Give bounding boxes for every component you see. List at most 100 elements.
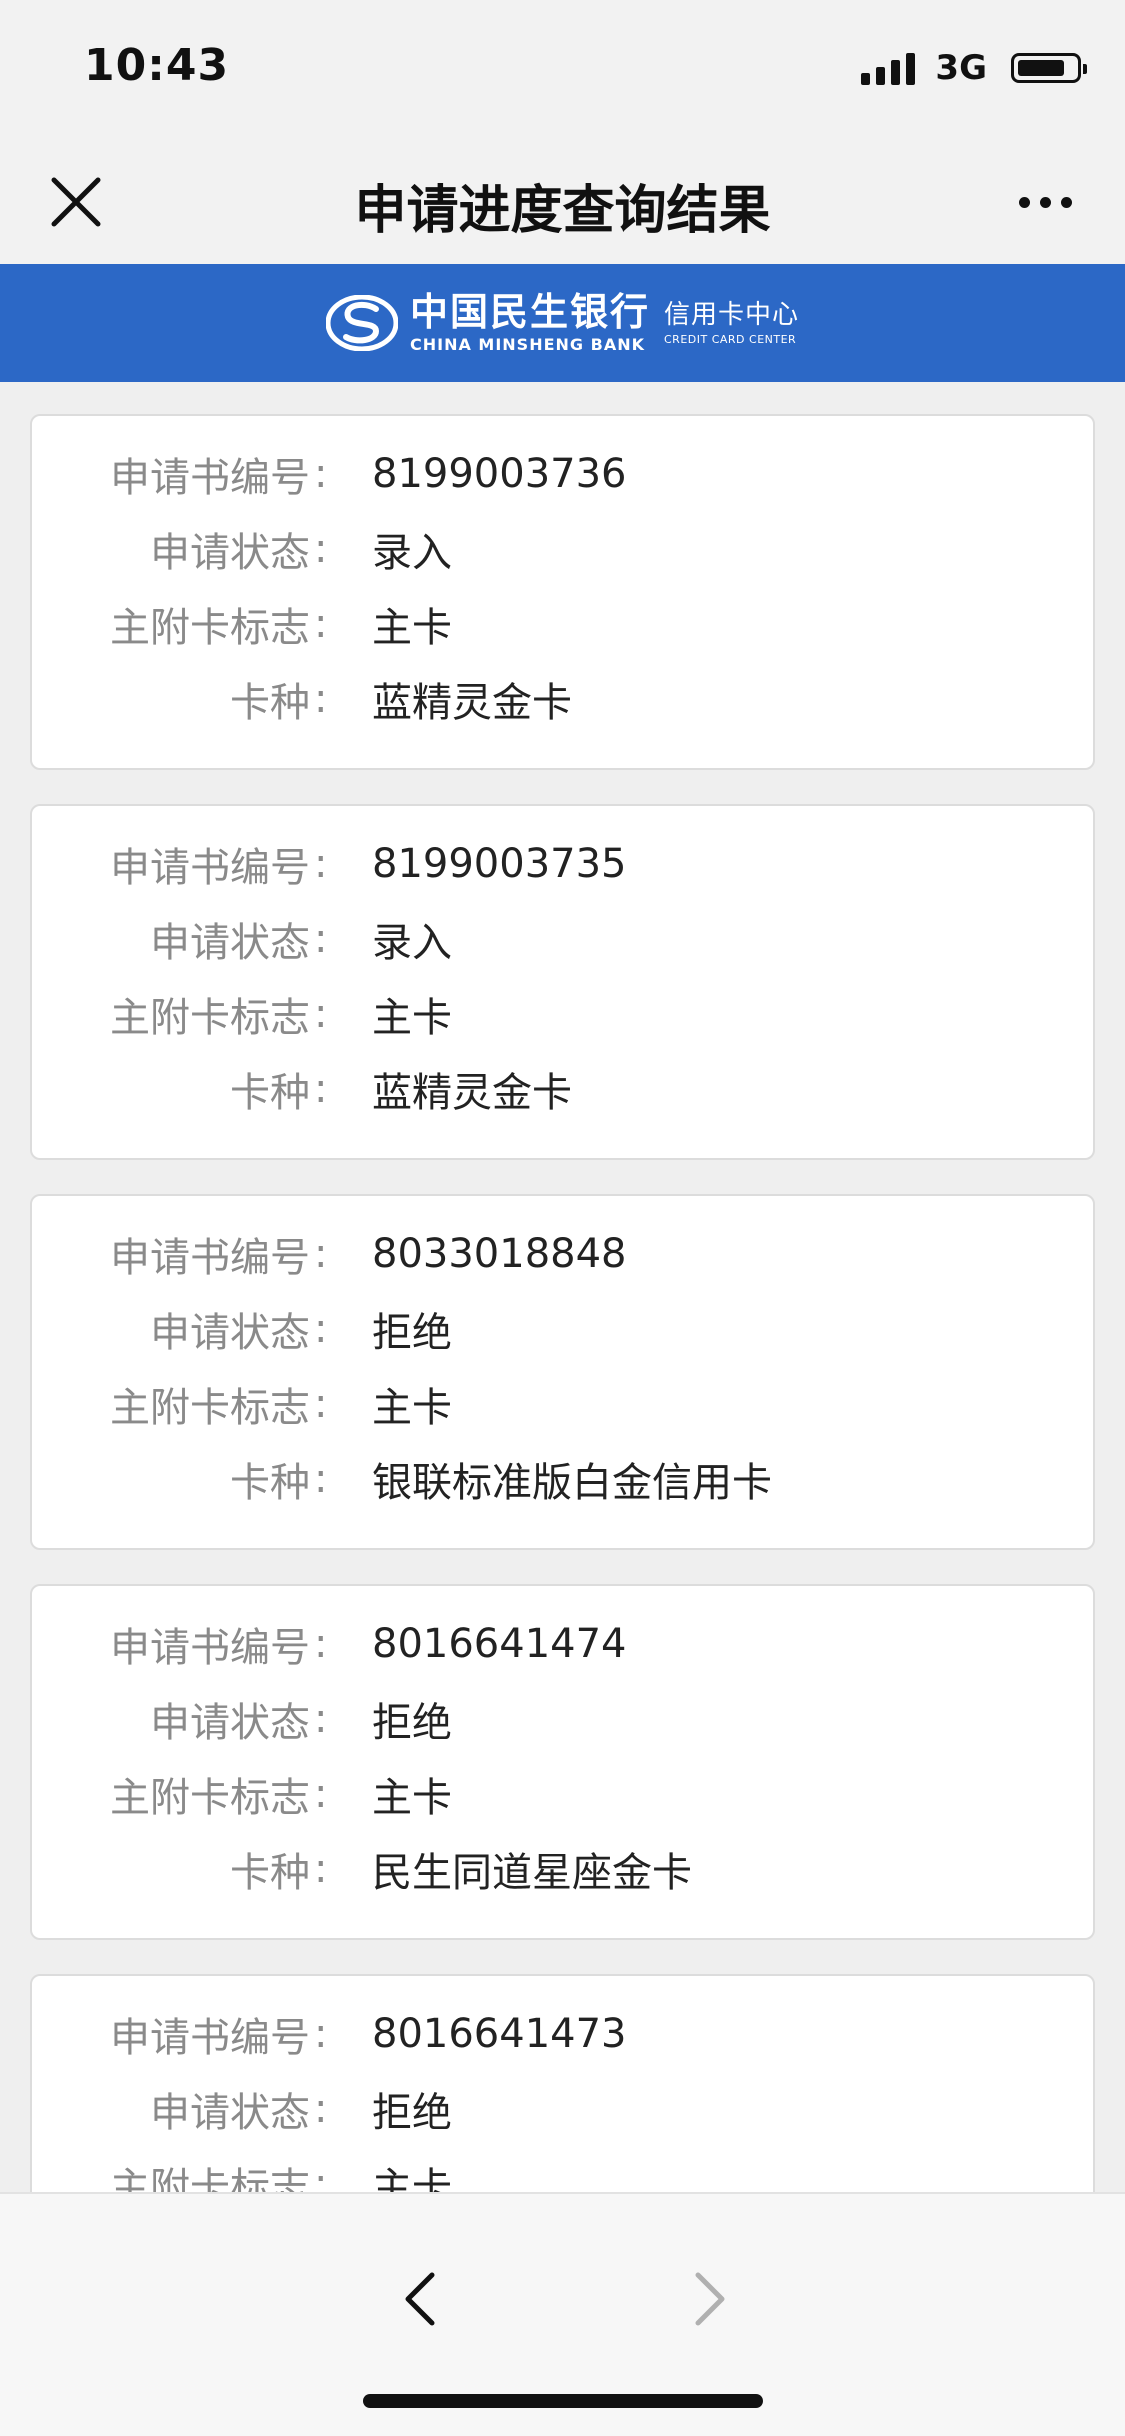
value-application-no: 8199003736 (372, 451, 627, 497)
row-application-no: 申请书编号 : 8016641473 (32, 2004, 1093, 2064)
label-application-no: 申请书编号 (110, 2015, 310, 2061)
row-status: 申请状态 : 拒绝 (32, 1689, 1093, 1749)
value-card-flag: 主卡 (372, 2165, 452, 2192)
battery-icon (1011, 53, 1087, 83)
label-colon: : (314, 1306, 328, 1352)
label-application-no: 申请书编号 (110, 1625, 310, 1671)
card-center-cn: 信用卡中心 (664, 299, 800, 330)
label-colon: : (314, 676, 328, 722)
status-bar: 10:43 3G (0, 0, 1125, 140)
application-list[interactable]: 申请书编号 : 8199003736 申请状态 : 录入 主附卡标志 : 主卡 … (0, 382, 1125, 2192)
value-card-type: 蓝精灵金卡 (372, 680, 572, 726)
value-status: 拒绝 (372, 2090, 452, 2136)
label-card-type: 卡种 (230, 1460, 310, 1506)
row-card-flag: 主附卡标志 : 主卡 (32, 984, 1093, 1044)
label-application-no: 申请书编号 (110, 455, 310, 501)
label-card-flag: 主附卡标志 (110, 2165, 310, 2192)
value-application-no: 8033018848 (372, 1231, 627, 1277)
label-status: 申请状态 (150, 1310, 310, 1356)
label-colon: : (314, 2161, 328, 2192)
row-status: 申请状态 : 拒绝 (32, 2079, 1093, 2139)
status-time: 10:43 (84, 40, 230, 91)
label-status: 申请状态 (150, 530, 310, 576)
value-card-flag: 主卡 (372, 1385, 452, 1431)
status-indicators: 3G (861, 48, 1087, 88)
bank-name: 中国民生银行 CHINA MINSHENG BANK (410, 293, 650, 353)
app-screen: 10:43 3G 申请进度查询结果 中国民生银行 CHINA MINSHENG … (0, 0, 1125, 2436)
card-center-en: CREDIT CARD CENTER (664, 332, 797, 346)
label-application-no: 申请书编号 (110, 845, 310, 891)
application-card: 申请书编号 : 8199003736 申请状态 : 录入 主附卡标志 : 主卡 … (30, 414, 1095, 770)
label-card-flag: 主附卡标志 (110, 605, 310, 651)
label-colon: : (314, 1696, 328, 1742)
label-card-flag: 主附卡标志 (110, 1385, 310, 1431)
chevron-right-icon (695, 2272, 725, 2326)
label-colon: : (314, 2011, 328, 2057)
value-card-type: 蓝精灵金卡 (372, 1070, 572, 1116)
label-colon: : (314, 1621, 328, 1667)
bank-banner: 中国民生银行 CHINA MINSHENG BANK 信用卡中心 CREDIT … (0, 264, 1125, 382)
label-colon: : (314, 1231, 328, 1277)
value-status: 拒绝 (372, 1700, 452, 1746)
label-status: 申请状态 (150, 920, 310, 966)
label-colon: : (314, 1066, 328, 1112)
row-application-no: 申请书编号 : 8016641474 (32, 1614, 1093, 1674)
row-status: 申请状态 : 录入 (32, 909, 1093, 969)
row-card-type: 卡种 : 银联标准版白金信用卡 (32, 1449, 1093, 1509)
row-card-flag: 主附卡标志 : 主卡 (32, 2154, 1093, 2192)
label-card-flag: 主附卡标志 (110, 995, 310, 1041)
chevron-left-icon (405, 2272, 435, 2326)
row-status: 申请状态 : 录入 (32, 519, 1093, 579)
more-button[interactable] (1005, 170, 1085, 234)
label-colon: : (314, 1771, 328, 1817)
bank-name-cn: 中国民生银行 (409, 290, 650, 334)
label-colon: : (314, 991, 328, 1037)
label-colon: : (314, 1381, 328, 1427)
value-card-flag: 主卡 (372, 1775, 452, 1821)
row-status: 申请状态 : 拒绝 (32, 1299, 1093, 1359)
label-colon: : (314, 451, 328, 497)
application-card: 申请书编号 : 8199003735 申请状态 : 录入 主附卡标志 : 主卡 … (30, 804, 1095, 1160)
row-card-flag: 主附卡标志 : 主卡 (32, 1764, 1093, 1824)
value-application-no: 8199003735 (372, 841, 627, 887)
label-colon: : (314, 2086, 328, 2132)
label-status: 申请状态 (150, 1700, 310, 1746)
label-card-type: 卡种 (230, 1850, 310, 1896)
row-application-no: 申请书编号 : 8199003735 (32, 834, 1093, 894)
label-colon: : (314, 1846, 328, 1892)
card-center: 信用卡中心 CREDIT CARD CENTER (664, 302, 799, 345)
label-colon: : (314, 526, 328, 572)
forward-button[interactable] (670, 2254, 750, 2344)
nav-bar: 申请进度查询结果 (0, 140, 1125, 264)
home-indicator[interactable] (363, 2394, 763, 2408)
value-application-no: 8016641474 (372, 1621, 627, 1667)
row-application-no: 申请书编号 : 8033018848 (32, 1224, 1093, 1284)
more-icon (1018, 196, 1030, 208)
label-card-type: 卡种 (230, 1070, 310, 1116)
row-card-flag: 主附卡标志 : 主卡 (32, 1374, 1093, 1434)
value-card-flag: 主卡 (372, 605, 452, 651)
label-colon: : (314, 1456, 328, 1502)
signal-icon (861, 51, 916, 85)
row-card-flag: 主附卡标志 : 主卡 (32, 594, 1093, 654)
value-status: 拒绝 (372, 1310, 452, 1356)
row-application-no: 申请书编号 : 8199003736 (32, 444, 1093, 504)
label-application-no: 申请书编号 (110, 1235, 310, 1281)
network-type: 3G (935, 48, 987, 88)
application-card: 申请书编号 : 8016641473 申请状态 : 拒绝 主附卡标志 : 主卡 (30, 1974, 1095, 2192)
label-status: 申请状态 (150, 2090, 310, 2136)
label-colon: : (314, 916, 328, 962)
value-card-type: 民生同道星座金卡 (372, 1850, 692, 1896)
row-card-type: 卡种 : 蓝精灵金卡 (32, 1059, 1093, 1119)
application-card: 申请书编号 : 8033018848 申请状态 : 拒绝 主附卡标志 : 主卡 … (30, 1194, 1095, 1550)
back-button[interactable] (380, 2254, 460, 2344)
value-application-no: 8016641473 (372, 2011, 627, 2057)
bank-name-en: CHINA MINSHENG BANK (409, 335, 645, 354)
label-colon: : (314, 841, 328, 887)
value-status: 录入 (372, 920, 452, 966)
label-card-flag: 主附卡标志 (110, 1775, 310, 1821)
label-card-type: 卡种 (230, 680, 310, 726)
value-card-flag: 主卡 (372, 995, 452, 1041)
value-status: 录入 (372, 530, 452, 576)
label-colon: : (314, 601, 328, 647)
